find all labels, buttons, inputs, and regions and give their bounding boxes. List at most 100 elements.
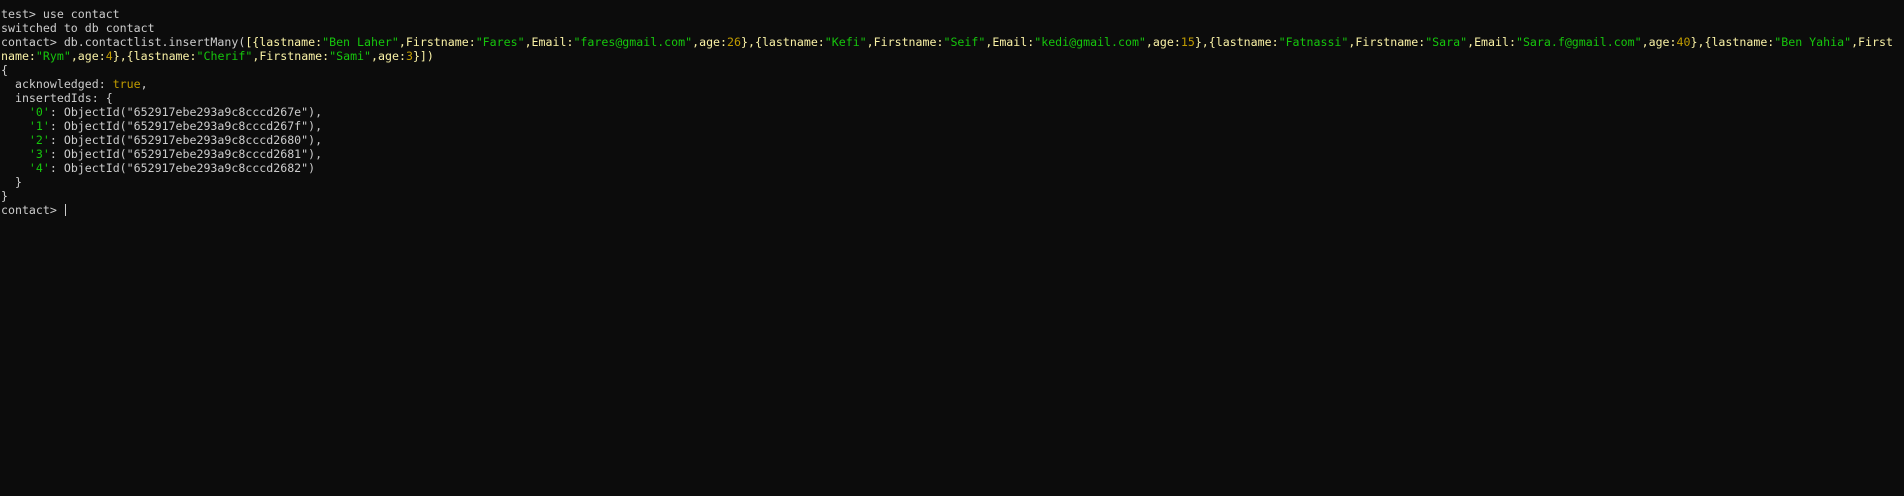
token-punct: : [189,49,197,63]
acknowledged-comma: , [140,77,148,91]
token-punct: },{ [1194,35,1216,49]
inserted-id-objectid: ObjectId("652917ebe293a9c8cccd2680"), [63,133,323,147]
token-num: 26 [727,35,741,49]
token-key: Firstname [405,35,469,49]
token-str: "kedi@gmail.com" [1034,35,1146,49]
token-punct: : [468,35,476,49]
inserted-id-index: '4' [28,161,50,175]
token-str: "Fatnassi" [1278,35,1349,49]
inserted-ids-key-text: insertedIds: { [1,91,113,105]
token-str: "Sara" [1425,35,1468,49]
terminal-line-insert-command: contact> db.contactlist.insertMany([{ las… [1,35,1904,49]
insert-command-code: db.contactlist.insertMany( [63,35,246,49]
token-num: 3 [405,49,413,63]
token-str: "Ben Laher" [322,35,399,49]
inserted-id-objectid: ObjectId("652917ebe293a9c8cccd2681"), [63,147,323,161]
token-punct: , [70,49,78,63]
token-str: "Seif" [943,35,986,49]
token-key: Email [1474,35,1509,49]
token-punct: , [1641,35,1649,49]
inserted-id-index: '2' [28,133,50,147]
inserted-id-index: '0' [28,105,50,119]
use-command-text: test> use contact [1,7,120,21]
token-key: age [1152,35,1174,49]
token-punct: , [398,35,406,49]
acknowledged-key: acknowledged: [1,77,113,91]
switched-db-text: switched to db contact [1,21,155,35]
token-punct: : [28,49,36,63]
inserted-id-objectid: ObjectId("652917ebe293a9c8cccd267f"), [63,119,323,133]
token-key: age [378,49,399,63]
token-key: age [1648,35,1670,49]
token-key: First [1858,35,1893,49]
token-key: lastname [1215,35,1272,49]
token-str: "Rym" [35,49,71,63]
final-prompt: contact> [1,203,64,217]
token-punct: },{ [112,49,134,63]
token-str: "Fares" [475,35,525,49]
token-punct: , [524,35,532,49]
token-num: 15 [1180,35,1195,49]
inserted-id-objectid: ObjectId("652917ebe293a9c8cccd2682") [63,161,316,175]
result-inserted-ids-key: insertedIds: { [1,91,1904,105]
insert-command-args-line1: [{lastname:"Ben Laher",Firstname:"Fares"… [245,35,1893,49]
token-str: "Sara.f@gmail.com" [1515,35,1642,49]
token-num: 40 [1676,35,1691,49]
token-punct: : [817,35,825,49]
result-close-brace: } [1,189,1904,203]
ids-close-text: } [1,175,22,189]
result-acknowledged: acknowledged: true, [1,77,1904,91]
token-punct: }]) [412,49,434,63]
token-punct: : [1508,35,1516,49]
token-key: Email [992,35,1028,49]
text-cursor [64,204,66,216]
token-key: Email [531,35,567,49]
token-punct: , [1851,35,1859,49]
token-str: "Kefi" [824,35,867,49]
result-ids-close: } [1,175,1904,189]
token-punct: },{ [741,35,762,49]
inserted-id-row: '1': ObjectId("652917ebe293a9c8cccd267f"… [28,119,323,133]
token-key: lastname [133,49,190,63]
token-punct: , [371,49,379,63]
token-punct: : [98,49,106,63]
insert-command-args-line2: name:"Rym",age:4},{lastname:"Cherif",Fir… [1,49,434,63]
terminal-line-final-prompt[interactable]: contact> [1,203,1904,217]
token-str: "Ben Yahia" [1774,35,1852,49]
inserted-id-row: '3': ObjectId("652917ebe293a9c8cccd2681"… [28,147,323,161]
token-punct: : [720,35,728,49]
token-punct: },{ [1690,35,1712,49]
inserted-id-row: '0': ObjectId("652917ebe293a9c8cccd267e"… [28,105,323,119]
inserted-id-index: '1' [28,119,50,133]
token-str: "Cherif" [196,49,253,63]
result-open-brace: { [1,63,1904,77]
result-close-brace-text: } [1,189,8,203]
token-key: Firstname [259,49,323,63]
token-punct: : [398,49,406,63]
terminal-line-switched: switched to db contact [1,21,1904,35]
token-punct: : [1173,35,1181,49]
token-punct: : [1669,35,1677,49]
command-prompt: contact> [1,35,64,49]
token-punct: : [1271,35,1279,49]
token-key: age [77,49,99,63]
inserted-id-objectid: ObjectId("652917ebe293a9c8cccd267e"), [63,105,323,119]
token-key: name [1,49,29,63]
token-punct: [{ [245,35,260,49]
token-punct: , [1145,35,1153,49]
token-key: age [699,35,721,49]
terminal-window[interactable]: test> use contact switched to db contact… [0,0,1904,496]
result-open-brace-text: { [1,63,8,77]
token-num: 4 [105,49,113,63]
inserted-id-row: '2': ObjectId("652917ebe293a9c8cccd2680"… [28,133,323,147]
inserted-id-index: '3' [28,147,50,161]
token-key: lastname [761,35,818,49]
terminal-line-use-command: test> use contact [1,7,1904,21]
inserted-ids-list: '0': ObjectId("652917ebe293a9c8cccd267e"… [1,105,1904,175]
inserted-id-row: '4': ObjectId("652917ebe293a9c8cccd2682"… [28,161,316,175]
terminal-line-insert-command-wrap: name:"Rym",age:4},{lastname:"Cherif",Fir… [1,49,1904,63]
token-key: lastname [1711,35,1768,49]
token-str: "Sami" [329,49,372,63]
token-str: "fares@gmail.com" [573,35,693,49]
token-key: Firstname [1355,35,1419,49]
